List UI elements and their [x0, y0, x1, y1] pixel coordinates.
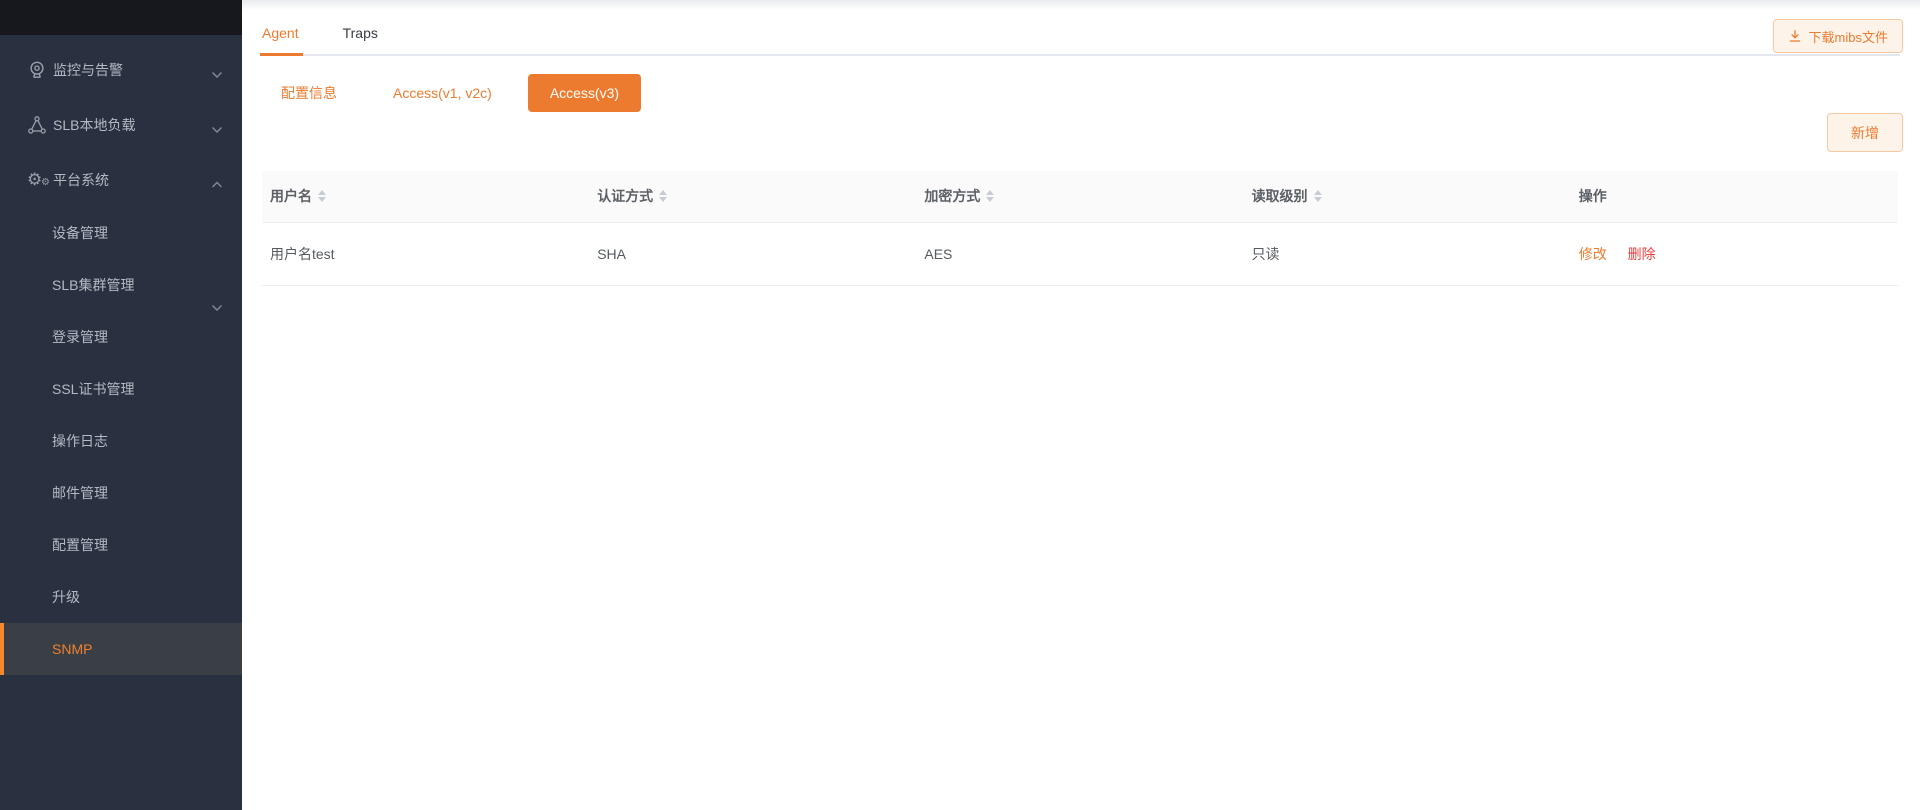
sidebar-item-label: 配置管理 — [52, 537, 108, 553]
sidebar-item-config-management[interactable]: 配置管理 — [0, 519, 242, 571]
column-header-actions: 操作 — [1570, 171, 1898, 223]
column-header-username[interactable]: 用户名 — [262, 171, 590, 223]
sidebar-item-label: SLB本地负载 — [53, 116, 136, 133]
main-content: 下载mibs文件 Agent Traps 配置信息 Access(v1, v2c… — [242, 0, 1920, 810]
sidebar-item-label: SSL证书管理 — [52, 381, 135, 397]
sort-icon[interactable] — [318, 190, 326, 203]
tabs-bar: Agent Traps — [260, 25, 1900, 56]
sidebar-item-ssl-cert-management[interactable]: SSL证书管理 — [0, 363, 242, 415]
download-button-label: 下载mibs文件 — [1808, 29, 1888, 45]
sort-icon[interactable] — [986, 190, 995, 203]
content-top-shadow — [242, 0, 1920, 10]
sidebar-item-login-management[interactable]: 登录管理 — [0, 311, 242, 363]
tab-traps[interactable]: Traps — [343, 25, 378, 54]
sidebar-item-label: SLB集群管理 — [52, 277, 135, 293]
sort-icon[interactable] — [1313, 190, 1322, 203]
chevron-down-icon — [211, 121, 223, 137]
gears-icon: ⚙ ⚙ — [27, 169, 50, 190]
column-header-access-level[interactable]: 读取级别 — [1243, 171, 1571, 223]
column-header-encryption[interactable]: 加密方式 — [916, 171, 1244, 223]
cell-actions: 修改 删除 — [1570, 222, 1898, 286]
sidebar-item-label: 设备管理 — [52, 225, 108, 241]
sidebar-item-label: 操作日志 — [52, 433, 108, 449]
download-mibs-button[interactable]: 下载mibs文件 — [1772, 19, 1903, 53]
tab-agent[interactable]: Agent — [260, 25, 303, 56]
sidebar-item-device-management[interactable]: 设备管理 — [0, 207, 242, 259]
sidebar-item-platform-system[interactable]: ⚙ ⚙ 平台系统 — [0, 152, 242, 207]
sidebar-item-mail-management[interactable]: 邮件管理 — [0, 467, 242, 519]
table-row: 用户名test SHA AES 只读 修改 删除 — [262, 222, 1898, 286]
sidebar-item-slb-local-load[interactable]: SLB本地负载 — [0, 97, 242, 152]
sidebar-item-label: 监控与告警 — [53, 61, 123, 78]
sidebar-menu: 监控与告警 SLB本地负载 ⚙ ⚙ 平台系统 设备管理 SLB集群管理 登录管理… — [0, 35, 242, 675]
column-header-label: 认证方式 — [597, 188, 654, 205]
edit-link[interactable]: 修改 — [1579, 246, 1607, 262]
column-header-label: 用户名 — [270, 188, 312, 205]
sidebar-item-operation-log[interactable]: 操作日志 — [0, 415, 242, 467]
delete-link[interactable]: 删除 — [1628, 246, 1656, 262]
subtab-config-info[interactable]: 配置信息 — [281, 83, 337, 103]
sidebar-item-upgrade[interactable]: 升级 — [0, 571, 242, 623]
cell-auth-method: SHA — [589, 222, 917, 286]
subtab-access-v1-v2c[interactable]: Access(v1, v2c) — [393, 85, 492, 101]
sort-icon[interactable] — [659, 190, 668, 203]
cell-encryption: AES — [916, 222, 1244, 286]
snmp-v3-table: 用户名 认证方式 加密方式 读取级别 操作 用户名test SHA AES 只读… — [262, 171, 1898, 286]
sidebar-item-snmp[interactable]: SNMP — [0, 623, 242, 675]
sidebar-item-slb-cluster-management[interactable]: SLB集群管理 — [0, 259, 242, 311]
cell-username: 用户名test — [262, 222, 590, 286]
column-header-label: 读取级别 — [1251, 188, 1308, 205]
sidebar-item-monitoring-alerts[interactable]: 监控与告警 — [0, 42, 242, 97]
sidebar-topbar — [0, 0, 242, 35]
subtab-access-v3[interactable]: Access(v3) — [527, 74, 642, 112]
chevron-up-icon — [211, 176, 223, 192]
add-row: 新增 — [262, 112, 1903, 152]
column-header-label: 操作 — [1578, 188, 1607, 205]
webcam-icon — [27, 60, 47, 80]
share-network-icon — [27, 115, 47, 135]
chevron-down-icon — [211, 66, 223, 82]
sidebar-item-label: 升级 — [52, 589, 80, 605]
sidebar-item-label: 平台系统 — [53, 171, 109, 188]
download-icon — [1788, 29, 1802, 43]
table-header-row: 用户名 认证方式 加密方式 读取级别 操作 — [262, 171, 1898, 223]
add-button[interactable]: 新增 — [1827, 113, 1903, 152]
sidebar-item-label: SNMP — [52, 641, 93, 657]
cell-access-level: 只读 — [1243, 222, 1571, 286]
column-header-auth-method[interactable]: 认证方式 — [589, 171, 917, 223]
column-header-label: 加密方式 — [924, 188, 981, 205]
sidebar-item-label: 登录管理 — [52, 329, 108, 345]
subtabs: 配置信息 Access(v1, v2c) Access(v3) — [281, 74, 1900, 112]
sidebar-item-label: 邮件管理 — [52, 485, 108, 501]
sidebar: 监控与告警 SLB本地负载 ⚙ ⚙ 平台系统 设备管理 SLB集群管理 登录管理… — [0, 0, 242, 810]
